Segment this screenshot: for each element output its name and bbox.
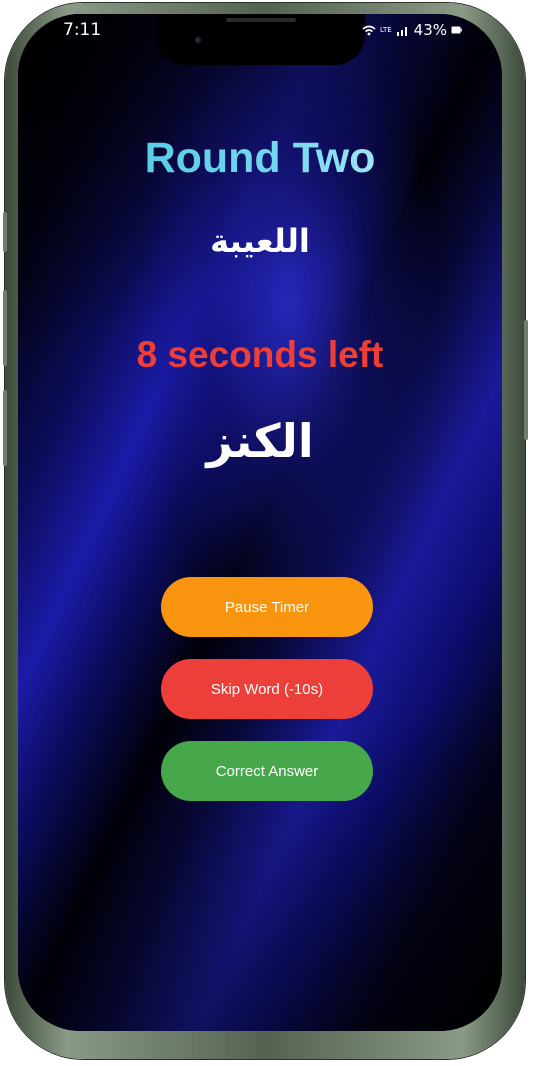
- app-screen: 7:11 LTE 43% Round Two اللعيبة 8 seconds…: [18, 14, 502, 1031]
- status-time: 7:11: [63, 20, 102, 40]
- volume-up-button: [3, 290, 7, 366]
- round-title: Round Two: [18, 134, 502, 183]
- timer-text: 8 seconds left: [136, 334, 384, 375]
- pause-timer-button[interactable]: Pause Timer: [161, 577, 373, 637]
- status-icons: LTE 43%: [362, 21, 462, 39]
- speaker-slot: [226, 18, 296, 22]
- power-button: [524, 320, 528, 440]
- skip-word-button[interactable]: Skip Word (-10s): [161, 659, 373, 719]
- volume-down-button: [3, 390, 7, 466]
- current-word: الكنز: [206, 414, 314, 468]
- signal-icon: [396, 26, 407, 36]
- wifi-icon: [362, 25, 376, 35]
- player-name: اللعيبة: [210, 222, 310, 260]
- action-button: [3, 212, 7, 252]
- front-camera-icon: [195, 37, 201, 43]
- lte-indicator: LTE: [380, 25, 392, 34]
- battery-icon: [451, 26, 462, 34]
- battery-percent: 43%: [413, 21, 447, 39]
- correct-answer-button[interactable]: Correct Answer: [161, 741, 373, 801]
